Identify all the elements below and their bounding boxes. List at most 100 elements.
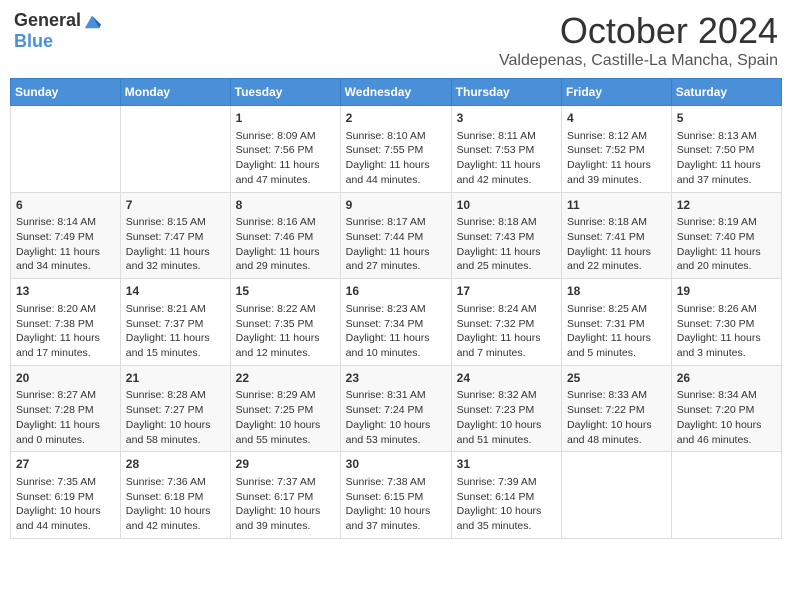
day-number: 7 [126, 197, 225, 214]
day-number: 6 [16, 197, 115, 214]
day-info: Sunrise: 8:09 AM Sunset: 7:56 PM Dayligh… [236, 129, 335, 188]
calendar-cell [11, 106, 121, 193]
calendar-table: SundayMondayTuesdayWednesdayThursdayFrid… [10, 78, 782, 539]
day-number: 2 [346, 110, 446, 127]
day-info: Sunrise: 8:33 AM Sunset: 7:22 PM Dayligh… [567, 388, 666, 447]
calendar-week-row: 13 Sunrise: 8:20 AM Sunset: 7:38 PM Dayli… [11, 279, 782, 366]
day-number: 14 [126, 283, 225, 300]
column-header-tuesday: Tuesday [230, 79, 340, 106]
calendar-cell: 9Sunrise: 8:17 AM Sunset: 7:44 PM Daylig… [340, 192, 451, 279]
day-number: 27 [16, 456, 115, 473]
calendar-cell: 20Sunrise: 8:27 AM Sunset: 7:28 PM Dayli… [11, 365, 121, 452]
calendar-cell [562, 452, 672, 539]
calendar-cell: 7Sunrise: 8:15 AM Sunset: 7:47 PM Daylig… [120, 192, 230, 279]
calendar-cell: 24Sunrise: 8:32 AM Sunset: 7:23 PM Dayli… [451, 365, 561, 452]
day-number: 23 [346, 370, 446, 387]
day-number: 20 [16, 370, 115, 387]
calendar-cell: 5Sunrise: 8:13 AM Sunset: 7:50 PM Daylig… [671, 106, 781, 193]
calendar-cell: 6Sunrise: 8:14 AM Sunset: 7:49 PM Daylig… [11, 192, 121, 279]
day-number: 12 [677, 197, 776, 214]
day-info: Sunrise: 8:28 AM Sunset: 7:27 PM Dayligh… [126, 388, 225, 447]
day-number: 30 [346, 456, 446, 473]
day-number: 18 [567, 283, 666, 300]
day-info: Sunrise: 8:32 AM Sunset: 7:23 PM Dayligh… [457, 388, 556, 447]
calendar-cell: 15 Sunrise: 8:22 AM Sunset: 7:35 PM Dayli… [230, 279, 340, 366]
month-title: October 2024 [499, 10, 778, 52]
day-number: 15 [236, 283, 335, 300]
calendar-header-row: SundayMondayTuesdayWednesdayThursdayFrid… [11, 79, 782, 106]
day-info: Sunrise: 7:39 AM Sunset: 6:14 PM Dayligh… [457, 475, 556, 534]
logo-icon [83, 12, 101, 30]
day-info: Sunrise: 8:10 AM Sunset: 7:55 PM Dayligh… [346, 129, 446, 188]
calendar-cell: 26Sunrise: 8:34 AM Sunset: 7:20 PM Dayli… [671, 365, 781, 452]
day-info: Sunrise: 8:29 AM Sunset: 7:25 PM Dayligh… [236, 388, 335, 447]
calendar-cell: 14Sunrise: 8:21 AM Sunset: 7:37 PM Dayli… [120, 279, 230, 366]
day-info: Sunrise: 8:24 AM Sunset: 7:32 PM Dayligh… [457, 302, 556, 361]
day-info: Sunrise: 8:17 AM Sunset: 7:44 PM Dayligh… [346, 215, 446, 274]
day-number: 21 [126, 370, 225, 387]
calendar-cell: 29 Sunrise: 7:37 AM Sunset: 6:17 PM Dayli… [230, 452, 340, 539]
calendar-cell: 8Sunrise: 8:16 AM Sunset: 7:46 PM Daylig… [230, 192, 340, 279]
day-number: 9 [346, 197, 446, 214]
day-number: 1 [236, 110, 335, 127]
day-number: 28 [126, 456, 225, 473]
column-header-monday: Monday [120, 79, 230, 106]
day-info: Sunrise: 7:38 AM Sunset: 6:15 PM Dayligh… [346, 475, 446, 534]
day-number: 4 [567, 110, 666, 127]
logo-blue-text: Blue [14, 31, 53, 52]
day-info: Sunrise: 8:26 AM Sunset: 7:30 PM Dayligh… [677, 302, 776, 361]
day-info: Sunrise: 8:31 AM Sunset: 7:24 PM Dayligh… [346, 388, 446, 447]
column-header-thursday: Thursday [451, 79, 561, 106]
day-info: Sunrise: 8:19 AM Sunset: 7:40 PM Dayligh… [677, 215, 776, 274]
day-info: Sunrise: 8:14 AM Sunset: 7:49 PM Dayligh… [16, 215, 115, 274]
logo-general-text: General [14, 10, 81, 31]
calendar-cell: 21Sunrise: 8:28 AM Sunset: 7:27 PM Dayli… [120, 365, 230, 452]
day-number: 24 [457, 370, 556, 387]
calendar-cell: 1 Sunrise: 8:09 AM Sunset: 7:56 PM Daylig… [230, 106, 340, 193]
day-info: Sunrise: 7:37 AM Sunset: 6:17 PM Dayligh… [236, 475, 335, 534]
calendar-cell: 31 Sunrise: 7:39 AM Sunset: 6:14 PM Dayli… [451, 452, 561, 539]
day-number: 16 [346, 283, 446, 300]
calendar-cell: 25Sunrise: 8:33 AM Sunset: 7:22 PM Dayli… [562, 365, 672, 452]
calendar-cell: 12Sunrise: 8:19 AM Sunset: 7:40 PM Dayli… [671, 192, 781, 279]
title-section: October 2024 Valdepenas, Castille-La Man… [499, 10, 778, 70]
day-number: 19 [677, 283, 776, 300]
day-info: Sunrise: 8:18 AM Sunset: 7:43 PM Dayligh… [457, 215, 556, 274]
calendar-week-row: 6Sunrise: 8:14 AM Sunset: 7:49 PM Daylig… [11, 192, 782, 279]
day-info: Sunrise: 8:22 AM Sunset: 7:35 PM Dayligh… [236, 302, 335, 361]
calendar-cell: 4 Sunrise: 8:12 AM Sunset: 7:52 PM Daylig… [562, 106, 672, 193]
day-number: 17 [457, 283, 556, 300]
calendar-cell: 30 Sunrise: 7:38 AM Sunset: 6:15 PM Dayli… [340, 452, 451, 539]
day-info: Sunrise: 8:18 AM Sunset: 7:41 PM Dayligh… [567, 215, 666, 274]
day-info: Sunrise: 8:23 AM Sunset: 7:34 PM Dayligh… [346, 302, 446, 361]
calendar-cell: 16 Sunrise: 8:23 AM Sunset: 7:34 PM Dayli… [340, 279, 451, 366]
day-number: 25 [567, 370, 666, 387]
day-info: Sunrise: 7:35 AM Sunset: 6:19 PM Dayligh… [16, 475, 115, 534]
day-info: Sunrise: 8:27 AM Sunset: 7:28 PM Dayligh… [16, 388, 115, 447]
day-info: Sunrise: 8:25 AM Sunset: 7:31 PM Dayligh… [567, 302, 666, 361]
day-number: 10 [457, 197, 556, 214]
day-number: 13 [16, 283, 115, 300]
calendar-cell: 23Sunrise: 8:31 AM Sunset: 7:24 PM Dayli… [340, 365, 451, 452]
day-info: Sunrise: 7:36 AM Sunset: 6:18 PM Dayligh… [126, 475, 225, 534]
calendar-cell: 10Sunrise: 8:18 AM Sunset: 7:43 PM Dayli… [451, 192, 561, 279]
day-info: Sunrise: 8:16 AM Sunset: 7:46 PM Dayligh… [236, 215, 335, 274]
day-number: 26 [677, 370, 776, 387]
calendar-cell [671, 452, 781, 539]
day-info: Sunrise: 8:20 AM Sunset: 7:38 PM Dayligh… [16, 302, 115, 361]
column-header-saturday: Saturday [671, 79, 781, 106]
calendar-cell: 11Sunrise: 8:18 AM Sunset: 7:41 PM Dayli… [562, 192, 672, 279]
calendar-cell: 18 Sunrise: 8:25 AM Sunset: 7:31 PM Dayli… [562, 279, 672, 366]
day-number: 31 [457, 456, 556, 473]
column-header-sunday: Sunday [11, 79, 121, 106]
day-number: 3 [457, 110, 556, 127]
day-info: Sunrise: 8:12 AM Sunset: 7:52 PM Dayligh… [567, 129, 666, 188]
day-number: 29 [236, 456, 335, 473]
calendar-cell: 13 Sunrise: 8:20 AM Sunset: 7:38 PM Dayli… [11, 279, 121, 366]
calendar-cell: 17 Sunrise: 8:24 AM Sunset: 7:32 PM Dayli… [451, 279, 561, 366]
location: Valdepenas, Castille-La Mancha, Spain [499, 52, 778, 70]
day-info: Sunrise: 8:13 AM Sunset: 7:50 PM Dayligh… [677, 129, 776, 188]
calendar-week-row: 27 Sunrise: 7:35 AM Sunset: 6:19 PM Dayli… [11, 452, 782, 539]
calendar-week-row: 20Sunrise: 8:27 AM Sunset: 7:28 PM Dayli… [11, 365, 782, 452]
calendar-cell: 3Sunrise: 8:11 AM Sunset: 7:53 PM Daylig… [451, 106, 561, 193]
